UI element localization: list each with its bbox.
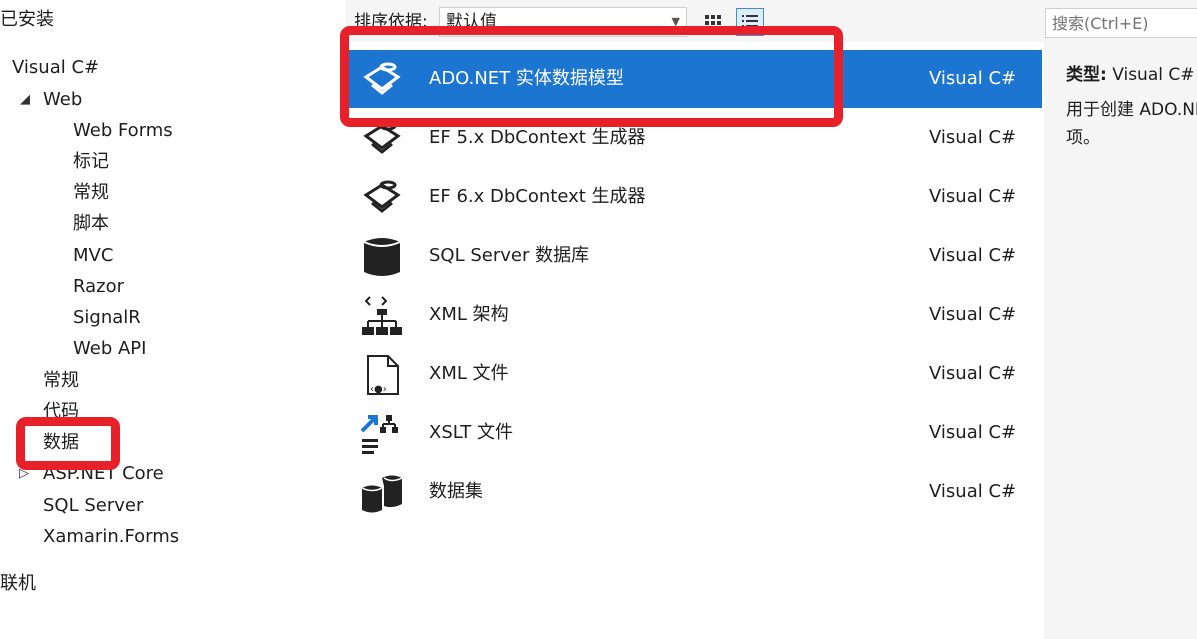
svg-text:‹●›: ‹●› [370,384,387,395]
description-line: 项。 [1066,128,1100,148]
tree-general[interactable]: 常规 [43,369,79,393]
tree-signalr[interactable]: SignalR [73,306,141,330]
item-language: Visual C# [929,481,1017,502]
item-name: XSLT 文件 [429,422,514,443]
tree-installed[interactable]: 已安装 [0,8,54,32]
highlight-box-selected-item [340,26,843,127]
search-input[interactable] [1045,8,1197,38]
item-language: Visual C# [929,68,1017,89]
description-line: 用于创建 ADO.NET [1066,100,1197,120]
ef-generator-icon [363,180,401,213]
tree-online[interactable]: 联机 [0,572,36,596]
type-label: 类型: [1066,65,1107,85]
tree-sql-server[interactable]: SQL Server [43,494,143,518]
tree-mvc[interactable]: MVC [73,244,113,268]
list-item-dataset[interactable]: 数据集 Visual C# [346,463,1042,521]
list-item-ef6-generator[interactable]: EF 6.x DbContext 生成器 Visual C# [346,168,1042,226]
item-language: Visual C# [929,245,1017,266]
list-item-xml-schema[interactable]: XML 架构 Visual C# [346,286,1042,344]
xml-file-icon: ‹●› [367,355,399,395]
detail-panel: 类型: Visual C# 用于创建 ADO.NET 项。 [1044,0,1197,639]
item-name: 数据集 [429,481,483,502]
list-item-sql-database[interactable]: SQL Server 数据库 Visual C# [346,227,1042,285]
tree-script[interactable]: 脚本 [73,212,109,236]
item-language: Visual C# [929,127,1017,148]
list-item-xml-file[interactable]: ‹●› XML 文件 Visual C# [346,345,1042,403]
detail-description: 用于创建 ADO.NET 项。 [1066,96,1197,152]
xslt-file-icon [360,415,398,454]
detail-type: 类型: Visual C# [1066,60,1195,85]
item-name: XML 架构 [429,304,509,325]
tree-web-forms[interactable]: Web Forms [73,119,173,143]
xml-schema-icon [362,296,402,335]
item-name: EF 6.x DbContext 生成器 [429,186,646,207]
database-icon [363,238,401,276]
item-language: Visual C# [929,422,1017,443]
tree-razor[interactable]: Razor [73,275,124,299]
item-name: XML 文件 [429,363,509,384]
item-language: Visual C# [929,363,1017,384]
item-name: EF 5.x DbContext 生成器 [429,127,646,148]
template-tree-panel: 已安装 Visual C# ◢ Web Web Forms 标记 常规 脚本 M… [0,0,346,639]
tree-web-api[interactable]: Web API [73,337,146,361]
tree-visual-csharp[interactable]: Visual C# [12,56,99,80]
item-name: SQL Server 数据库 [429,245,590,266]
tree-markup[interactable]: 标记 [73,150,109,174]
item-language: Visual C# [929,304,1017,325]
item-language: Visual C# [929,186,1017,207]
tree-web-general[interactable]: 常规 [73,181,109,205]
list-item-xslt-file[interactable]: XSLT 文件 Visual C# [346,404,1042,462]
tree-web[interactable]: Web [43,88,82,112]
highlight-box-data-category [16,417,120,470]
tree-xamarin-forms[interactable]: Xamarin.Forms [43,525,179,549]
dataset-icon [361,475,403,513]
type-value: Visual C# [1112,65,1195,85]
collapse-arrow-icon[interactable]: ◢ [20,88,30,112]
